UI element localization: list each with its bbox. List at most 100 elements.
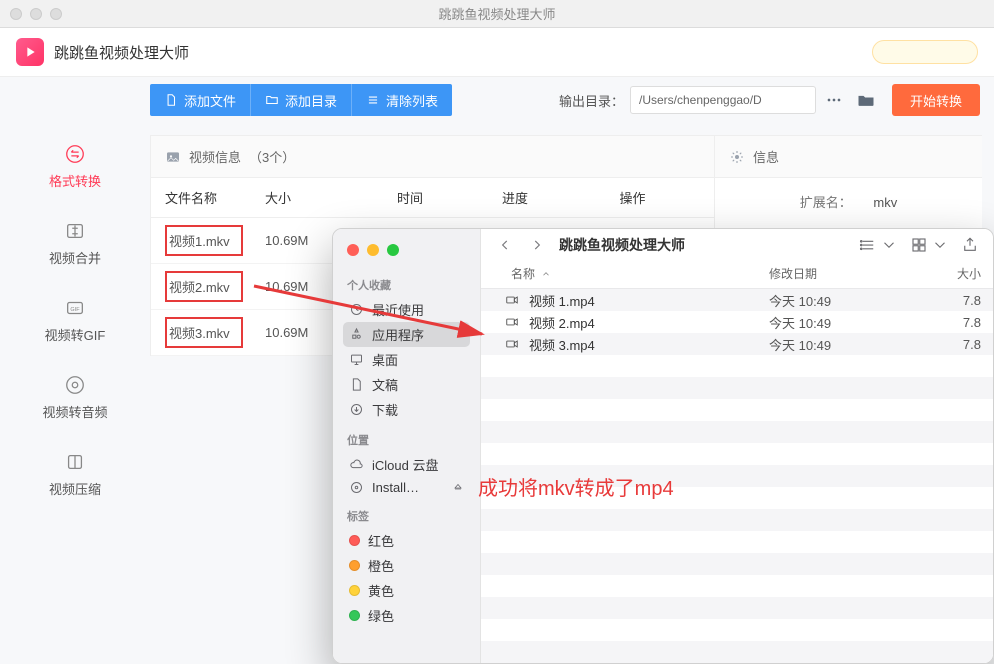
open-menu-button[interactable] [820,86,848,114]
finder-item-label: 文稿 [372,375,398,394]
finder-row-empty [481,597,993,619]
sidebar-item-video-gif[interactable]: GIF 视频转GIF [0,281,150,358]
table-header: 文件名称 大小 时间 进度 操作 [151,178,714,218]
sidebar-item-video-merge[interactable]: 视频合并 [0,204,150,281]
col-op: 操作 [565,188,700,207]
zoom-window-icon[interactable] [387,244,399,256]
finder-item-label: Install… [372,480,419,495]
finder-row-empty [481,619,993,641]
minimize-window-icon[interactable] [30,8,42,20]
finder-fav-documents[interactable]: 文稿 [343,372,470,397]
finder-row[interactable]: 视频 1.mp4今天 10:497.8 [481,289,993,311]
finder-view-list-button[interactable] [859,236,898,254]
zoom-window-icon[interactable] [50,8,62,20]
add-dir-button[interactable]: 添加目录 [251,84,352,116]
sidebar-item-label: 格式转换 [49,174,101,189]
finder-tag-label: 橙色 [368,556,394,575]
finder-row[interactable]: 视频 3.mp4今天 10:497.8 [481,333,993,355]
finder-toolbar: 跳跳鱼视频处理大师 [481,229,993,261]
sidebar-item-format-convert[interactable]: 格式转换 [0,127,150,204]
sidebar: 格式转换 视频合并 GIF 视频转GIF 视频转音频 视频压缩 [0,77,150,664]
window-title: 跳跳鱼视频处理大师 [0,4,994,23]
finder-loc-icloud[interactable]: iCloud 云盘 [343,452,470,477]
finder-columns-header: 名称 修改日期 大小 [481,261,993,289]
file-video-icon [503,315,521,329]
info-ext-label: 扩展名： [800,192,870,211]
finder-forward-button[interactable] [527,235,547,255]
start-convert-button[interactable]: 开始转换 [892,84,980,116]
finder-back-button[interactable] [495,235,515,255]
finder-section-tags: 标签 [347,508,466,524]
output-dir-input[interactable] [630,86,816,114]
merge-icon [64,220,86,242]
app-header: 跳跳鱼视频处理大师 [0,28,994,76]
tag-color-icon [349,610,360,621]
finder-row[interactable]: 视频 2.mp4今天 10:497.8 [481,311,993,333]
browse-folder-button[interactable] [852,86,880,114]
gif-icon: GIF [64,297,86,319]
finder-group-button[interactable] [910,236,949,254]
finder-col-name[interactable]: 名称 [511,265,535,282]
finder-tag-item[interactable]: 绿色 [343,603,470,628]
col-progress: 进度 [465,188,565,207]
finder-row-empty [481,355,993,377]
cloud-icon [349,457,364,472]
close-window-icon[interactable] [10,8,22,20]
col-size: 大小 [265,188,355,207]
app-name: 跳跳鱼视频处理大师 [54,42,189,63]
info-panel-header: 信息 [715,136,982,178]
chevron-down-icon [931,236,949,254]
audio-icon [64,374,86,396]
finder-tag-item[interactable]: 红色 [343,528,470,553]
finder-loc-install[interactable]: Install… [343,477,470,498]
finder-tag-label: 绿色 [368,606,394,625]
vip-pill[interactable] [872,40,978,64]
finder-row-empty [481,531,993,553]
share-icon [961,236,979,254]
finder-row-empty [481,509,993,531]
finder-tag-item[interactable]: 黄色 [343,578,470,603]
finder-share-button[interactable] [961,236,979,254]
output-dir-label: 输出目录： [559,91,624,110]
chevron-left-icon [498,238,512,252]
svg-text:GIF: GIF [70,307,80,313]
sidebar-item-video-audio[interactable]: 视频转音频 [0,358,150,435]
image-icon [165,149,181,165]
swap-icon [64,143,86,165]
sort-asc-icon [541,269,551,279]
info-ext-value: mkv [873,195,897,210]
file-video-icon [503,337,521,351]
finder-file-size: 7.8 [921,293,981,308]
finder-tag-item[interactable]: 橙色 [343,553,470,578]
finder-fav-downloads[interactable]: 下载 [343,397,470,422]
finder-window: 个人收藏 最近使用 应用程序 桌面 文稿 下载 位置 iCloud 云盘 In [332,228,994,664]
finder-file-date: 今天 10:49 [769,313,921,332]
close-window-icon[interactable] [347,244,359,256]
add-file-button[interactable]: 添加文件 [150,84,251,116]
finder-row-empty [481,487,993,509]
apps-icon [349,327,364,342]
finder-file-name: 视频 3.mp4 [529,335,769,354]
sidebar-item-video-compress[interactable]: 视频压缩 [0,435,150,512]
video-info-header: 视频信息 （3个） [151,136,714,178]
col-name: 文件名称 [165,188,265,207]
finder-file-size: 7.8 [921,337,981,352]
minimize-window-icon[interactable] [367,244,379,256]
eject-icon[interactable] [452,482,464,494]
file-name: 视频3.mkv [165,317,243,348]
finder-file-date: 今天 10:49 [769,335,921,354]
tag-color-icon [349,585,360,596]
finder-item-label: 最近使用 [372,300,424,319]
finder-file-date: 今天 10:49 [769,291,921,310]
folder-icon [265,93,279,107]
document-icon [349,377,364,392]
finder-fav-recent[interactable]: 最近使用 [343,297,470,322]
finder-col-size[interactable]: 大小 [921,265,981,282]
clear-list-label: 清除列表 [386,91,438,110]
finder-row-empty [481,421,993,443]
chevron-right-icon [530,238,544,252]
finder-fav-desktop[interactable]: 桌面 [343,347,470,372]
finder-col-date[interactable]: 修改日期 [769,265,921,282]
finder-fav-applications[interactable]: 应用程序 [343,322,470,347]
clear-list-button[interactable]: 清除列表 [352,84,452,116]
